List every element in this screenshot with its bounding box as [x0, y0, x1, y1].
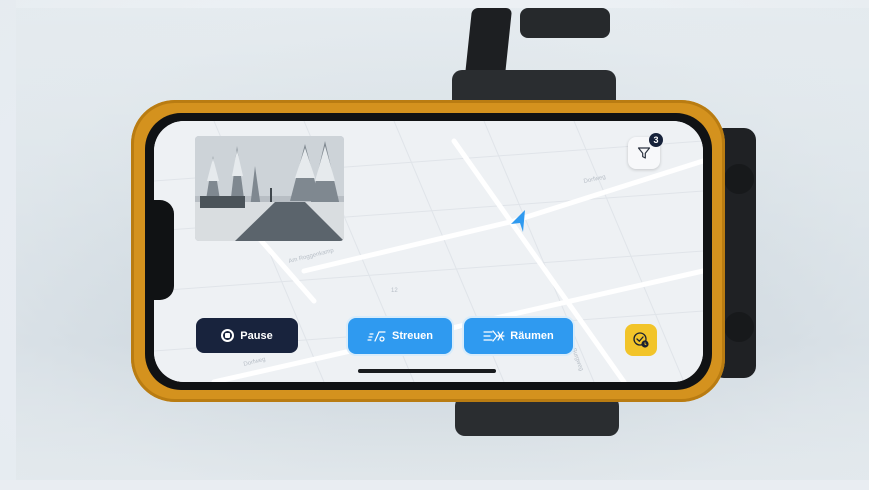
streuen-button-label: Streuen [392, 330, 433, 342]
camera-preview[interactable] [195, 136, 344, 241]
home-indicator [358, 369, 496, 373]
mount-knob-bottom [724, 312, 754, 342]
raeumen-button[interactable]: Räumen [464, 318, 573, 354]
house-number-label: 12 [391, 288, 398, 294]
mount-knob-top [724, 164, 754, 194]
mount-arm-upper [520, 8, 610, 38]
photo-bottom-border [0, 480, 869, 490]
streuen-button[interactable]: Streuen [348, 318, 452, 354]
filter-count-badge: 3 [649, 133, 663, 147]
check-clock-icon [633, 332, 649, 348]
raeumen-button-label: Räumen [510, 330, 554, 342]
status-check-button[interactable] [625, 324, 657, 356]
spreader-icon [367, 331, 386, 342]
camera-feed-icon [195, 136, 344, 241]
pause-button-label: Pause [240, 329, 273, 342]
stop-circle-icon [221, 329, 235, 342]
phone-screen: Dorfweg Am Roggenkamp Dorfweg Burgweg 12 [154, 121, 703, 382]
filter-icon [637, 147, 651, 159]
pause-button[interactable]: Pause [196, 318, 298, 353]
snow-plow-icon [483, 330, 505, 342]
phone-notch [148, 200, 174, 300]
mount-clip-bottom [455, 396, 619, 436]
